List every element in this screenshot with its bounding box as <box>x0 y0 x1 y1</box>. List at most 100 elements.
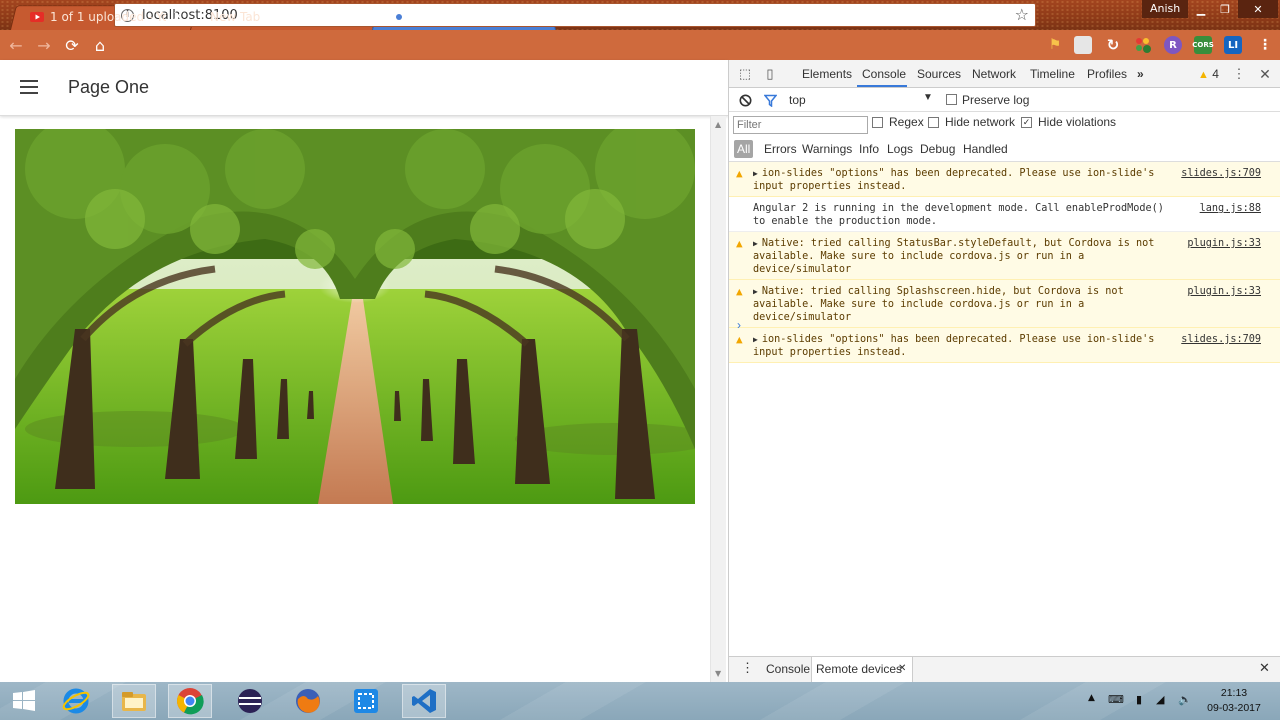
close-icon[interactable]: ✕ <box>352 9 364 25</box>
scroll-down-icon[interactable]: ▼ <box>715 669 721 678</box>
tab-title: Page One <box>412 9 470 24</box>
tray-expand-icon[interactable]: ▲ <box>1088 693 1095 703</box>
devtools-close-icon[interactable]: ✕ <box>1257 66 1273 82</box>
expand-triangle-icon[interactable]: ▶ <box>753 169 758 178</box>
network-icon[interactable]: ◢ <box>1156 693 1164 706</box>
page-scrollbar[interactable]: ▲ ▼ <box>710 116 726 682</box>
source-link[interactable]: plugin.js:33 <box>1187 237 1261 250</box>
firefox-icon[interactable] <box>286 684 330 718</box>
active-tab-indicator <box>857 85 907 87</box>
extension-flag-icon[interactable]: ⚑ <box>1046 36 1064 54</box>
bookmark-star-icon[interactable]: ☆ <box>1015 5 1029 24</box>
tab-timeline[interactable]: Timeline <box>1030 67 1075 81</box>
battery-icon[interactable]: ▮ <box>1136 693 1142 706</box>
extension-li-icon[interactable]: LI <box>1224 36 1242 54</box>
minimize-icon[interactable]: ▁ <box>1188 0 1214 18</box>
hamburger-menu-icon[interactable] <box>20 80 40 96</box>
tab-profiles[interactable]: Profiles <box>1087 67 1127 81</box>
start-icon[interactable] <box>2 684 46 718</box>
device-toolbar-icon[interactable]: ▯ <box>762 66 778 82</box>
inspect-element-icon[interactable]: ⬚ <box>737 66 753 82</box>
snipping-tool-icon[interactable] <box>344 684 388 718</box>
forward-icon[interactable]: → <box>32 33 56 57</box>
chrome-menu-icon[interactable]: ⋮ <box>1256 36 1274 54</box>
app-header: Page One <box>0 60 728 116</box>
console-message-warning[interactable]: ▲ ▶ ion-slides "options" has been depreca… <box>729 328 1280 363</box>
visual-studio-code-icon[interactable] <box>402 684 446 718</box>
file-explorer-icon[interactable] <box>112 684 156 718</box>
console-message-info: Angular 2 is running in the development … <box>729 197 1280 232</box>
context-selector[interactable]: top <box>789 93 806 107</box>
level-handled[interactable]: Handled <box>963 142 1008 156</box>
keyboard-icon[interactable]: ⌨ <box>1108 693 1124 706</box>
source-link[interactable]: lang.js:88 <box>1200 202 1261 215</box>
internet-explorer-icon[interactable] <box>54 684 98 718</box>
extension-dots-icon[interactable] <box>1134 36 1152 54</box>
extension-r-icon[interactable]: R <box>1164 36 1182 54</box>
filter-icon[interactable] <box>762 92 778 108</box>
clear-console-icon[interactable] <box>737 92 753 108</box>
volume-icon[interactable]: 🔈 <box>1178 693 1192 706</box>
chevron-down-icon[interactable]: ▼ <box>923 92 933 103</box>
hide-violations-checkbox[interactable]: ✓ <box>1021 117 1032 128</box>
log-level-bar: All Errors Warnings Info Logs Debug Hand… <box>729 136 1280 162</box>
console-filter-bar: Regex Hide network ✓ Hide violations <box>729 112 1280 136</box>
system-clock[interactable]: 21:13 09-03-2017 <box>1198 686 1270 716</box>
tab-sources[interactable]: Sources <box>917 67 961 81</box>
source-link[interactable]: slides.js:709 <box>1181 333 1261 346</box>
slide-image <box>15 129 695 504</box>
extension-window-icon[interactable] <box>1074 36 1092 54</box>
expand-triangle-icon[interactable]: ▶ <box>753 287 758 296</box>
tab-title: New Tab <box>210 9 261 24</box>
tab-elements[interactable]: Elements <box>802 67 852 81</box>
regex-label: Regex <box>889 115 924 129</box>
console-message-warning[interactable]: ▲ ▶ Native: tried calling Splashscreen.hi… <box>729 280 1280 328</box>
home-icon[interactable]: ⌂ <box>88 33 112 57</box>
tab-console[interactable]: Console <box>862 67 906 81</box>
expand-triangle-icon[interactable]: ▶ <box>753 239 758 248</box>
preserve-log-checkbox[interactable] <box>946 94 957 105</box>
warning-counter[interactable]: ▲ 4 <box>1198 67 1219 81</box>
restore-icon[interactable]: ❐ <box>1212 0 1238 18</box>
tab-network[interactable]: Network <box>972 67 1016 81</box>
console-prompt-icon[interactable]: › <box>737 318 741 332</box>
devtools-panel: ⬚ ▯ Elements Console Sources Network Tim… <box>728 60 1280 683</box>
level-all[interactable]: All <box>734 140 754 158</box>
level-errors[interactable]: Errors <box>764 142 797 156</box>
devtools-menu-icon[interactable]: ⋮ <box>1231 66 1247 82</box>
console-toolbar: top ▼ Preserve log <box>729 88 1280 112</box>
image-slider[interactable] <box>15 129 695 504</box>
close-icon[interactable]: ✕ <box>534 9 546 25</box>
back-icon[interactable]: ← <box>4 33 28 57</box>
filter-input[interactable] <box>733 116 868 134</box>
eclipse-icon[interactable] <box>228 684 272 718</box>
drawer-menu-icon[interactable]: ⋮ <box>741 660 754 676</box>
close-icon[interactable]: ✕ <box>898 663 906 674</box>
console-message-warning[interactable]: ▲ ▶ ion-slides "options" has been depreca… <box>729 162 1280 197</box>
devtools-drawer: ⋮ Console Remote devices ✕ ✕ <box>729 656 1280 683</box>
level-debug[interactable]: Debug <box>920 142 955 156</box>
console-message-warning[interactable]: ▲ ▶ Native: tried calling StatusBar.style… <box>729 232 1280 280</box>
drawer-close-icon[interactable]: ✕ <box>1259 660 1270 676</box>
source-link[interactable]: plugin.js:33 <box>1187 285 1261 298</box>
close-icon[interactable]: ✕ <box>172 9 184 25</box>
level-logs[interactable]: Logs <box>887 142 913 156</box>
level-info[interactable]: Info <box>859 142 879 156</box>
more-tabs-icon[interactable]: » <box>1137 67 1144 81</box>
window-close-icon[interactable]: ✕ <box>1238 0 1278 18</box>
source-link[interactable]: slides.js:709 <box>1181 167 1261 180</box>
hide-network-checkbox[interactable] <box>928 117 939 128</box>
drawer-tab-console[interactable]: Console <box>766 662 810 676</box>
preserve-log-label: Preserve log <box>962 93 1030 107</box>
reload-icon[interactable]: ⟳ <box>60 33 84 57</box>
level-warnings[interactable]: Warnings <box>802 142 852 156</box>
extension-cors-icon[interactable]: CORS <box>1192 36 1214 54</box>
chrome-icon[interactable] <box>168 684 212 718</box>
regex-checkbox[interactable] <box>872 117 883 128</box>
profile-button[interactable]: Anish <box>1142 0 1189 18</box>
drawer-tab-remote-devices[interactable]: Remote devices <box>816 662 902 676</box>
extension-refresh-icon[interactable]: ↻ <box>1104 36 1122 54</box>
devtools-tab-bar: ⬚ ▯ Elements Console Sources Network Tim… <box>729 60 1280 88</box>
scroll-up-icon[interactable]: ▲ <box>715 120 721 129</box>
expand-triangle-icon[interactable]: ▶ <box>753 335 758 344</box>
